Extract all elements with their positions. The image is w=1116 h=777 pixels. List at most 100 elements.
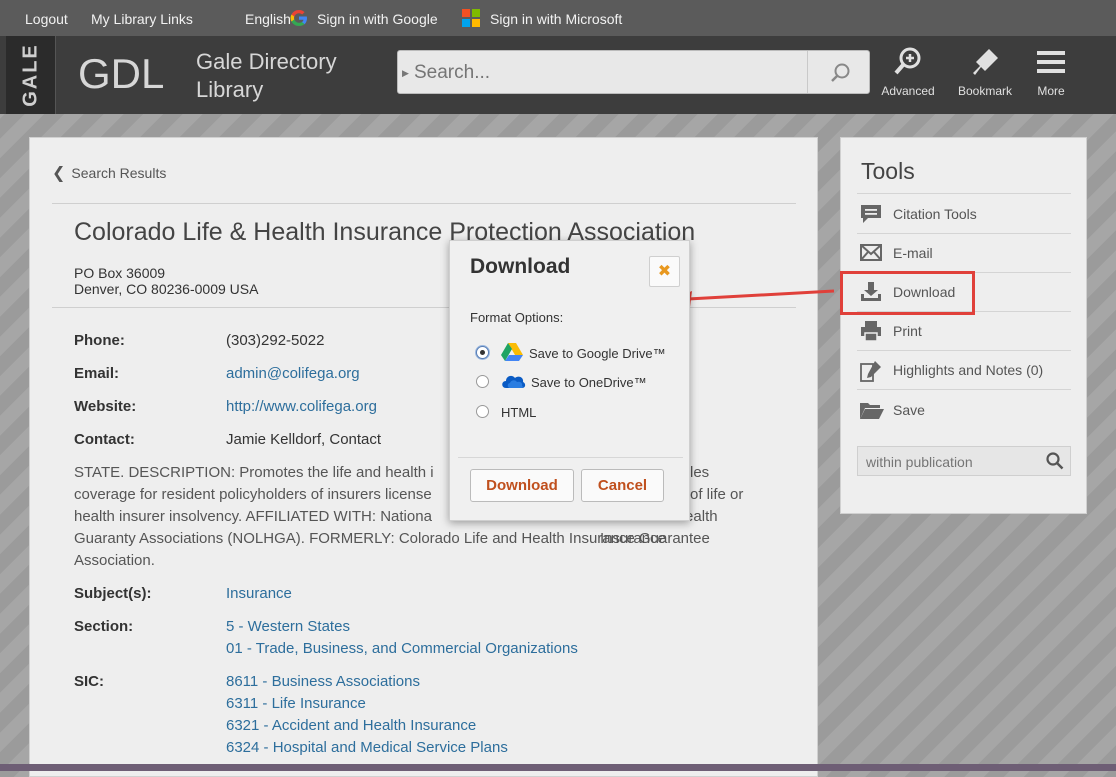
save-button[interactable]: Save: [857, 391, 1071, 429]
sign-in-google-link[interactable]: Sign in with Google: [317, 11, 438, 27]
breadcrumb[interactable]: ❮ Search Results: [52, 163, 166, 183]
description-text: les: [690, 464, 710, 481]
highlight-box: [840, 271, 975, 315]
gale-logo-text: GALE: [19, 43, 41, 107]
more-menu-button[interactable]: More: [1016, 46, 1086, 98]
advanced-search-button[interactable]: Advanced: [873, 46, 943, 98]
within-publication-input[interactable]: [864, 452, 1034, 472]
section-label: Section:: [74, 618, 134, 635]
search-input[interactable]: [412, 57, 802, 89]
advanced-search-icon: [894, 47, 921, 75]
download-dialog: Download ✖ Format Options: Save to Googl…: [449, 240, 690, 521]
product-name-line2: Library: [196, 77, 264, 102]
description-text: coverage for resident policyholders of i…: [74, 486, 432, 503]
phone-label: Phone:: [74, 332, 125, 349]
option-label: Save to OneDrive™: [531, 375, 647, 390]
gdl-logo[interactable]: GDL: [78, 50, 164, 98]
option-label: Save to Google Drive™: [529, 346, 666, 361]
within-publication-search: [857, 446, 1071, 476]
search-button[interactable]: [807, 51, 869, 93]
onedrive-cloud-icon: [502, 375, 526, 388]
contact-value: Jamie Kelldorf, Contact: [226, 431, 382, 448]
print-button[interactable]: Print: [857, 312, 1071, 350]
search-box: ▶: [397, 50, 870, 94]
search-options-caret[interactable]: ▶: [402, 68, 409, 79]
library-links-link[interactable]: My Library Links: [91, 11, 193, 27]
section-link[interactable]: 5 - Western States: [226, 616, 350, 638]
divider: [857, 389, 1071, 390]
breadcrumb-label: Search Results: [71, 165, 167, 181]
citation-icon: [861, 205, 881, 223]
logout-link[interactable]: Logout: [25, 11, 68, 27]
highlights-notes-button[interactable]: Highlights and Notes (0): [857, 351, 1071, 389]
onedrive-radio[interactable]: [476, 375, 489, 388]
format-options-label: Format Options:: [470, 310, 564, 325]
close-icon: ✖: [657, 263, 672, 280]
top-utility-bar: Logout My Library Links English Sign in …: [0, 0, 1116, 36]
address-line: Denver, CO 80236-0009 USA: [74, 281, 259, 297]
search-icon: [831, 63, 850, 82]
citation-tools-button[interactable]: Citation Tools: [857, 195, 1071, 233]
product-name: Gale Directory Library: [196, 48, 366, 104]
email-icon: [860, 244, 882, 261]
option-google-drive[interactable]: Save to Google Drive™: [476, 342, 676, 364]
bookmark-icon: [973, 49, 998, 75]
tools-panel: Tools Citation Tools E-mail Download Pri…: [840, 137, 1087, 514]
close-button[interactable]: ✖: [649, 256, 680, 287]
dialog-title: Download: [470, 255, 571, 278]
email-button[interactable]: E-mail: [857, 234, 1071, 272]
sic-link[interactable]: 6324 - Hospital and Medical Service Plan…: [226, 737, 508, 759]
sic-link[interactable]: 6311 - Life Insurance: [226, 693, 366, 715]
sic-label: SIC:: [74, 673, 104, 690]
chevron-left-icon: ❮: [52, 165, 66, 182]
option-onedrive[interactable]: Save to OneDrive™: [476, 371, 676, 393]
description-text: STATE. DESCRIPTION: Promotes the life an…: [74, 464, 434, 481]
description-text: Association.: [74, 552, 155, 569]
gale-logo-tab[interactable]: GALE: [6, 36, 56, 114]
print-icon: [861, 321, 881, 342]
highlight-icon: [860, 361, 881, 382]
google-drive-icon: [501, 343, 523, 361]
menu-icon: [1037, 51, 1065, 73]
contact-label: Contact:: [74, 431, 135, 448]
description-text: of life or: [690, 486, 744, 503]
bookmark-label: Bookmark: [957, 84, 1013, 98]
search-icon[interactable]: [1046, 452, 1064, 470]
website-link[interactable]: http://www.colifega.org: [226, 396, 377, 418]
sic-link[interactable]: 6321 - Accident and Health Insurance: [226, 715, 476, 737]
bookmark-button[interactable]: Bookmark: [950, 46, 1020, 98]
site-header: GALE GDL Gale Directory Library ▶ Advanc…: [0, 36, 1116, 114]
sic-link[interactable]: 8611 - Business Associations: [226, 671, 420, 693]
description-text: health insurer insolvency. AFFILIATED WI…: [74, 508, 432, 525]
product-name-line1: Gale Directory: [196, 49, 337, 74]
tool-label: Citation Tools: [893, 206, 977, 222]
email-link[interactable]: admin@colifega.org: [226, 363, 360, 385]
address-line: PO Box 36009: [74, 265, 166, 281]
subjects-label: Subject(s):: [74, 585, 152, 602]
tool-label: E-mail: [893, 245, 933, 261]
os-taskbar: [0, 764, 1116, 771]
tools-title: Tools: [861, 158, 915, 184]
address: PO Box 36009 Denver, CO 80236-0009 USA: [74, 265, 258, 297]
google-drive-radio[interactable]: [476, 346, 489, 359]
google-icon: [290, 10, 307, 26]
tool-label: Print: [893, 323, 922, 339]
tool-label: Save: [893, 402, 925, 418]
divider: [458, 457, 683, 458]
divider: [52, 203, 796, 204]
section-link[interactable]: 01 - Trade, Business, and Commercial Org…: [226, 638, 578, 660]
tool-label: Highlights and Notes (0): [893, 362, 1044, 378]
subject-link[interactable]: Insurance: [226, 583, 292, 605]
option-label: HTML: [501, 405, 537, 420]
download-confirm-button[interactable]: Download: [470, 469, 574, 502]
phone-value: (303)292-5022: [226, 332, 325, 349]
sign-in-microsoft-link[interactable]: Sign in with Microsoft: [490, 11, 622, 27]
email-label: Email:: [74, 365, 120, 382]
html-radio[interactable]: [476, 405, 489, 418]
language-selector[interactable]: English: [245, 11, 291, 27]
microsoft-icon: [462, 9, 480, 27]
website-label: Website:: [74, 398, 137, 415]
more-label: More: [1037, 84, 1065, 98]
option-html[interactable]: HTML: [476, 401, 676, 423]
cancel-button[interactable]: Cancel: [581, 469, 664, 502]
